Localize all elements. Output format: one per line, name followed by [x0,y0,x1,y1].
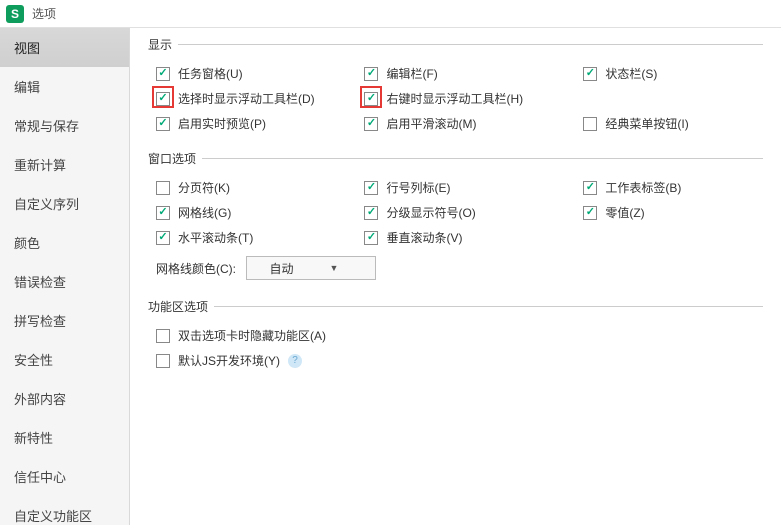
content-panel: 显示 任务窗格(U) 编辑栏(F) 状态栏(S) 选择时显示浮动工具栏(D) [130,28,781,525]
label-float-sel: 选择时显示浮动工具栏(D) [178,90,315,107]
main-container: 视图 编辑 常规与保存 重新计算 自定义序列 颜色 错误检查 拼写检查 安全性 … [0,28,781,525]
app-icon: S [6,5,24,23]
checkbox-task-pane[interactable] [156,67,170,81]
label-hide-on-dbl: 双击选项卡时隐藏功能区(A) [178,327,326,344]
checkbox-hscroll[interactable] [156,231,170,245]
label-classic-menu: 经典菜单按钮(I) [605,115,688,132]
checkbox-vscroll[interactable] [364,231,378,245]
section-ribbon: 功能区选项 双击选项卡时隐藏功能区(A) 默认JS开发环境(Y) ? [148,298,763,377]
sidebar-item-error-check[interactable]: 错误检查 [0,262,129,301]
section-display: 显示 任务窗格(U) 编辑栏(F) 状态栏(S) 选择时显示浮动工具栏(D) [148,36,763,140]
checkbox-row-col-head[interactable] [364,181,378,195]
checkbox-sheet-tabs[interactable] [583,181,597,195]
section-display-legend: 显示 [148,36,178,53]
checkbox-default-js[interactable] [156,354,170,368]
label-float-right: 右键时显示浮动工具栏(H) [386,90,523,107]
label-gridlines: 网格线(G) [178,204,231,221]
sidebar-item-general-save[interactable]: 常规与保存 [0,106,129,145]
checkbox-smooth-scroll[interactable] [364,117,378,131]
checkbox-classic-menu[interactable] [583,117,597,131]
grid-color-select[interactable]: 自动 ▼ [246,256,376,280]
label-status-bar: 状态栏(S) [605,65,657,82]
label-live-preview: 启用实时预览(P) [178,115,266,132]
sidebar-item-color[interactable]: 颜色 [0,223,129,262]
label-sheet-tabs: 工作表标签(B) [605,179,681,196]
label-row-col-head: 行号列标(E) [386,179,450,196]
checkbox-float-right[interactable] [364,92,378,106]
sidebar-item-external[interactable]: 外部内容 [0,379,129,418]
title-bar: S 选项 [0,0,781,28]
help-icon[interactable]: ? [288,354,302,368]
sidebar-item-view[interactable]: 视图 [0,28,129,67]
sidebar-item-trust-center[interactable]: 信任中心 [0,457,129,496]
label-zero-values: 零值(Z) [605,204,644,221]
label-smooth-scroll: 启用平滑滚动(M) [386,115,476,132]
checkbox-zero-values[interactable] [583,206,597,220]
sidebar-item-custom-ribbon[interactable]: 自定义功能区 [0,496,129,525]
checkbox-live-preview[interactable] [156,117,170,131]
chevron-down-icon: ▼ [330,263,339,273]
checkbox-status-bar[interactable] [583,67,597,81]
checkbox-outline-sym[interactable] [364,206,378,220]
checkbox-float-sel[interactable] [156,92,170,106]
checkbox-page-break[interactable] [156,181,170,195]
section-window: 窗口选项 分页符(K) 行号列标(E) 工作表标签(B) 网格线(G) 分级显示… [148,150,763,288]
label-hscroll: 水平滚动条(T) [178,229,253,246]
label-edit-bar: 编辑栏(F) [386,65,437,82]
sidebar-item-new-features[interactable]: 新特性 [0,418,129,457]
sidebar: 视图 编辑 常规与保存 重新计算 自定义序列 颜色 错误检查 拼写检查 安全性 … [0,28,130,525]
label-page-break: 分页符(K) [178,179,230,196]
checkbox-gridlines[interactable] [156,206,170,220]
label-default-js: 默认JS开发环境(Y) [178,352,280,369]
sidebar-item-recalc[interactable]: 重新计算 [0,145,129,184]
checkbox-edit-bar[interactable] [364,67,378,81]
label-outline-sym: 分级显示符号(O) [386,204,475,221]
section-ribbon-legend: 功能区选项 [148,298,214,315]
sidebar-item-edit[interactable]: 编辑 [0,67,129,106]
grid-color-value: 自动 [270,260,294,277]
section-window-legend: 窗口选项 [148,150,202,167]
grid-color-label: 网格线颜色(C): [156,260,236,277]
checkbox-hide-on-dbl[interactable] [156,329,170,343]
sidebar-item-security[interactable]: 安全性 [0,340,129,379]
window-title: 选项 [32,5,56,22]
sidebar-item-custom-list[interactable]: 自定义序列 [0,184,129,223]
label-vscroll: 垂直滚动条(V) [386,229,462,246]
sidebar-item-spell-check[interactable]: 拼写检查 [0,301,129,340]
label-task-pane: 任务窗格(U) [178,65,243,82]
